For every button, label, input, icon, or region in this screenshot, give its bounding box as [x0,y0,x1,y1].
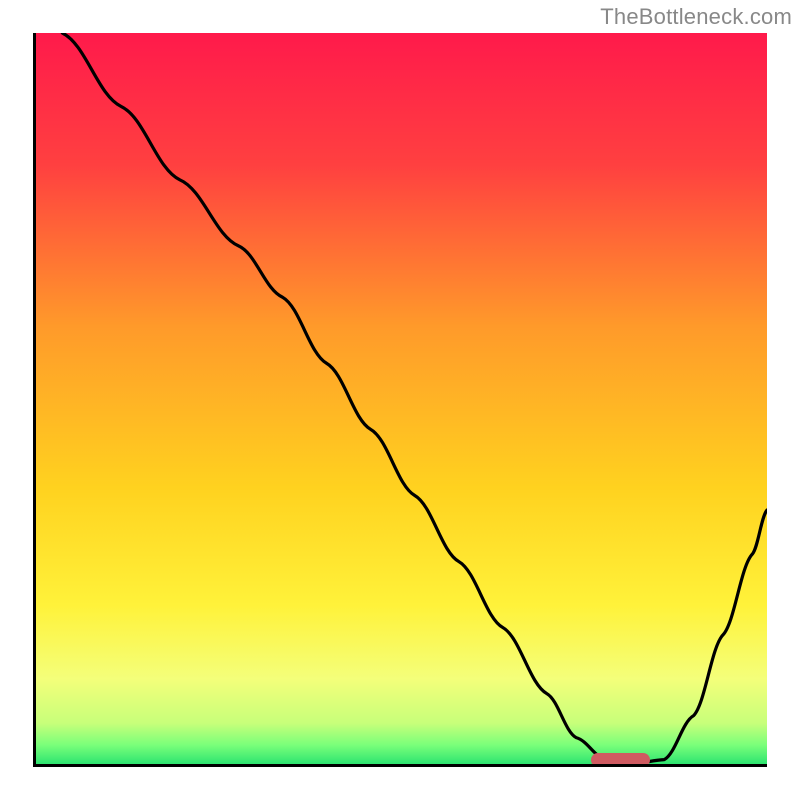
watermark-text: TheBottleneck.com [600,4,792,30]
axes-frame [33,33,767,767]
chart-container: TheBottleneck.com [0,0,800,800]
